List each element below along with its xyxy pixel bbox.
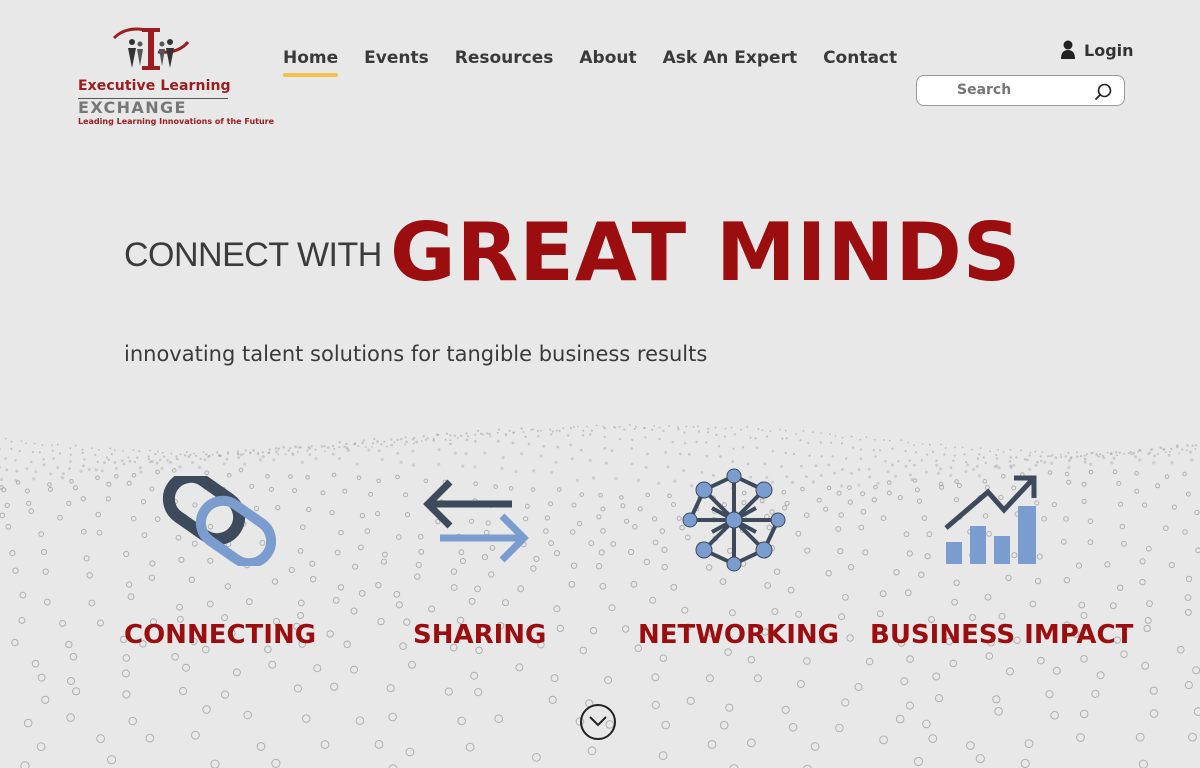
nav-about[interactable]: About <box>579 48 636 74</box>
scroll-down-button[interactable] <box>580 704 616 740</box>
feature-sharing-label: SHARING <box>413 620 547 650</box>
logo-tagline: Leading Learning Innovations of the Futu… <box>78 117 275 126</box>
user-icon <box>1061 40 1075 59</box>
network-icon <box>682 468 786 572</box>
nav-resources[interactable]: Resources <box>455 48 554 74</box>
feature-connecting-label: CONNECTING <box>124 620 317 650</box>
nav-ask-an-expert[interactable]: Ask An Expert <box>663 48 797 74</box>
search-icon[interactable] <box>1094 83 1112 101</box>
nav-home[interactable]: Home <box>283 48 339 77</box>
logo-line-2: EXCHANGE <box>78 98 187 117</box>
hero-subtitle: innovating talent solutions for tangible… <box>124 342 708 366</box>
link-icon <box>162 476 276 566</box>
login-link[interactable]: Login <box>1060 40 1134 60</box>
logo-mark-icon <box>112 27 190 70</box>
feature-business-impact-label: BUSINESS IMPACT <box>870 620 1134 650</box>
hero-lead-text: CONNECT WITH <box>124 236 382 274</box>
hero-headline: GREAT MINDS <box>390 206 1022 299</box>
exchange-arrows-icon <box>423 479 529 563</box>
logo-line-1: Executive Learning <box>78 78 231 94</box>
main-nav: Home Events Resources About Ask An Exper… <box>283 48 897 77</box>
logo[interactable]: Executive Learning EXCHANGE Leading Lear… <box>76 24 274 128</box>
nav-contact[interactable]: Contact <box>823 48 897 74</box>
nav-events[interactable]: Events <box>364 48 429 74</box>
growth-chart-icon <box>944 475 1037 564</box>
login-label: Login <box>1084 40 1134 60</box>
search-input[interactable] <box>955 81 1089 99</box>
feature-networking-label: NETWORKING <box>638 620 839 650</box>
chevron-down-icon <box>589 716 607 727</box>
search-box <box>916 75 1125 106</box>
